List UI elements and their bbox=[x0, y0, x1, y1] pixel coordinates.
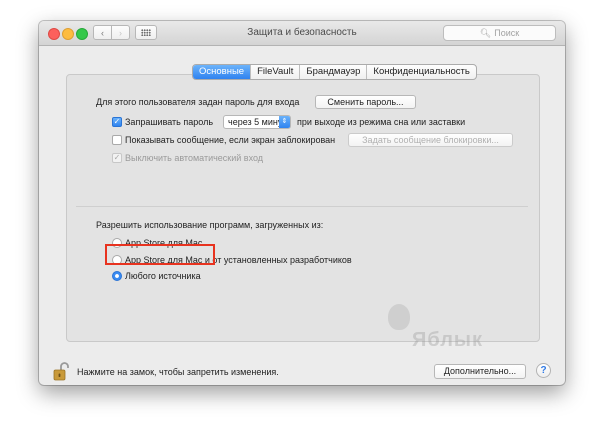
grid-icon bbox=[141, 29, 151, 36]
search-input[interactable]: 🔍︎ Поиск bbox=[443, 25, 556, 41]
disable-autologin-label: Выключить автоматический вход bbox=[125, 153, 264, 163]
chevron-left-icon: ‹ bbox=[101, 27, 104, 38]
lock-text: Нажмите на замок, чтобы запретить измене… bbox=[77, 367, 279, 377]
tab-bar: Основные FileVault Брандмауэр Конфиденци… bbox=[192, 64, 477, 80]
annotation-highlight-box bbox=[105, 244, 215, 265]
disable-autologin-checkbox[interactable]: ✓ bbox=[112, 153, 122, 163]
window-title: Защита и безопасность bbox=[247, 27, 357, 38]
require-password-label: Запрашивать пароль bbox=[125, 117, 214, 127]
search-placeholder: Поиск bbox=[494, 28, 520, 38]
require-password-checkbox[interactable]: ✓ bbox=[112, 117, 122, 127]
minimize-button[interactable] bbox=[62, 28, 74, 40]
show-all-button[interactable] bbox=[135, 25, 157, 40]
set-lock-message-button[interactable]: Задать сообщение блокировки... bbox=[348, 133, 513, 147]
checkmark-icon: ✓ bbox=[113, 117, 121, 126]
show-message-checkbox[interactable] bbox=[112, 135, 122, 145]
require-password-suffix: при выходе из режима сна или заставки bbox=[297, 117, 466, 127]
lock-open-icon[interactable] bbox=[53, 361, 69, 381]
password-info-text: Для этого пользователя задан пароль для … bbox=[96, 97, 300, 107]
back-button[interactable]: ‹ bbox=[93, 25, 112, 40]
zoom-button[interactable] bbox=[76, 28, 88, 40]
titlebar: ‹ › Защита и безопасность 🔍︎ Поиск bbox=[39, 21, 565, 46]
section-divider bbox=[76, 206, 528, 207]
change-password-button[interactable]: Сменить пароль... bbox=[315, 95, 416, 109]
advanced-button[interactable]: Дополнительно... bbox=[434, 364, 526, 379]
search-icon: 🔍︎ bbox=[479, 27, 492, 38]
tab-general[interactable]: Основные bbox=[193, 65, 251, 79]
require-delay-popup[interactable]: через 5 минут ⇕ bbox=[223, 115, 291, 129]
radio-anywhere[interactable] bbox=[112, 271, 122, 281]
tab-firewall[interactable]: Брандмауэр bbox=[299, 65, 366, 79]
show-message-label: Показывать сообщение, если экран заблоки… bbox=[125, 135, 336, 145]
footer-bar: Нажмите на замок, чтобы запретить измене… bbox=[39, 359, 565, 385]
help-button[interactable]: ? bbox=[536, 363, 551, 378]
security-window: ‹ › Защита и безопасность 🔍︎ Поиск Основ… bbox=[39, 21, 565, 385]
updown-arrows-icon: ⇕ bbox=[279, 116, 290, 128]
close-button[interactable] bbox=[48, 28, 60, 40]
tab-filevault[interactable]: FileVault bbox=[250, 65, 299, 79]
apple-icon bbox=[388, 304, 410, 330]
tab-privacy[interactable]: Конфиденциальность bbox=[366, 65, 475, 79]
radio-anywhere-label: Любого источника bbox=[125, 271, 201, 281]
watermark-text: Яблык bbox=[412, 329, 484, 351]
chevron-right-icon: › bbox=[119, 27, 122, 38]
checkmark-icon: ✓ bbox=[113, 153, 121, 162]
apps-heading: Разрешить использование программ, загруж… bbox=[96, 220, 324, 230]
require-delay-value: через 5 минут bbox=[228, 117, 287, 127]
forward-button[interactable]: › bbox=[111, 25, 130, 40]
watermark-logo: Яблык bbox=[383, 300, 523, 354]
